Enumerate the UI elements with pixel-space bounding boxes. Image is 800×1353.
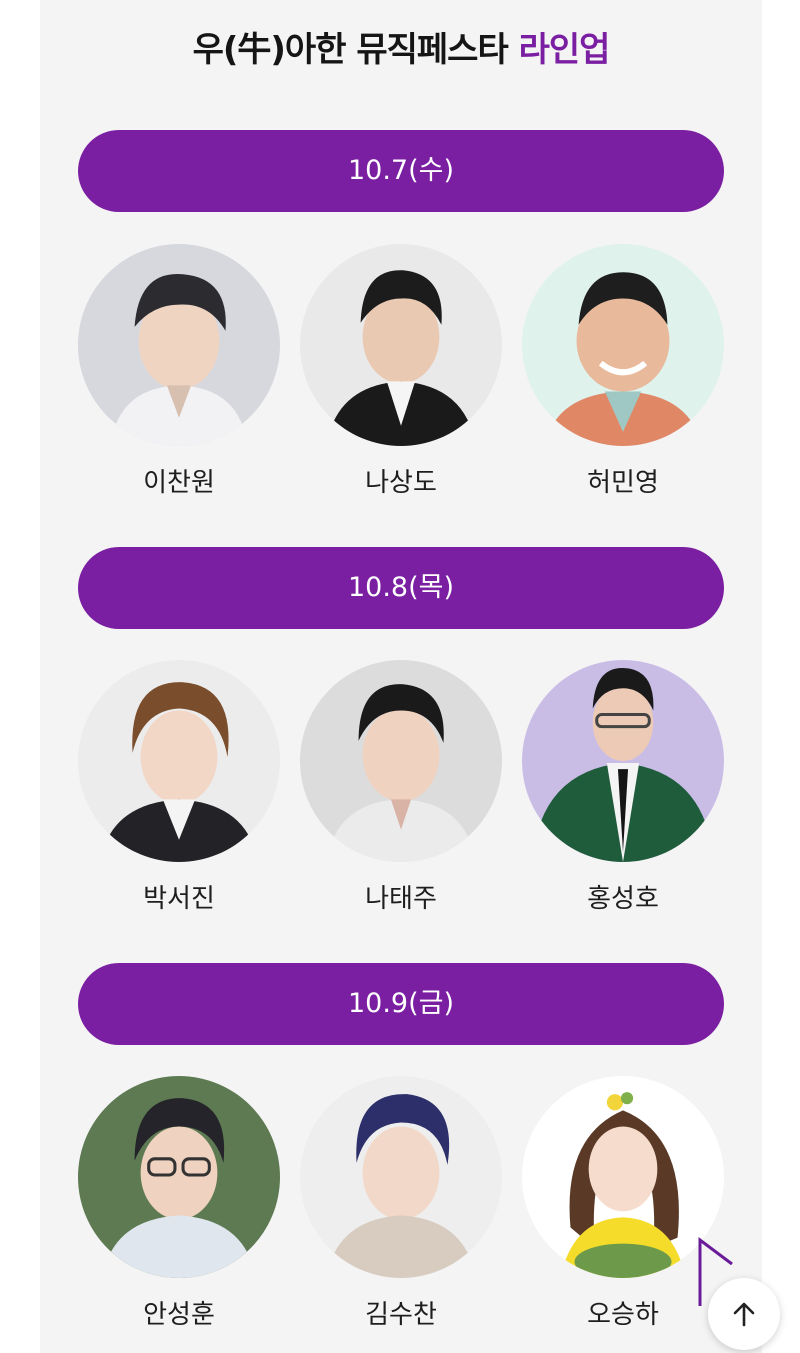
page-title: 우(牛)아한 뮤직페스타 라인업 (40, 22, 762, 71)
artist-photo-4[interactable] (78, 660, 280, 862)
artist-photo-5[interactable] (300, 660, 502, 862)
artist-photo-2[interactable] (300, 244, 502, 446)
artist-name-7: 안성훈 (143, 1300, 215, 1330)
arrow-up-icon (733, 1302, 755, 1327)
artist-name-3: 허민영 (587, 468, 659, 498)
artist-name-6: 홍성호 (587, 884, 659, 914)
date-header-day-2: 10.8(목) (78, 547, 724, 629)
scroll-to-top-button[interactable] (708, 1278, 780, 1350)
date-header-day-3: 10.9(금) (78, 963, 724, 1045)
person-portrait-icon (78, 244, 280, 446)
artist-photo-7[interactable] (78, 1076, 280, 1278)
artist-name-2: 나상도 (365, 468, 437, 498)
artist-photo-3[interactable] (522, 244, 724, 446)
person-portrait-icon (300, 1076, 502, 1278)
artist-name-5: 나태주 (365, 884, 437, 914)
person-portrait-icon (522, 660, 724, 862)
person-portrait-icon (300, 244, 502, 446)
lineup-page: 우(牛)아한 뮤직페스타 라인업 10.7(수) 이찬원 나상도 허민영 10.… (40, 0, 762, 1353)
person-portrait-icon (522, 244, 724, 446)
artist-photo-8[interactable] (300, 1076, 502, 1278)
artist-photo-1[interactable] (78, 244, 280, 446)
artist-name-8: 김수찬 (365, 1300, 437, 1330)
title-main: 우(牛)아한 뮤직페스타 (192, 30, 509, 70)
person-portrait-icon (300, 660, 502, 862)
date-header-day-1: 10.7(수) (78, 130, 724, 212)
person-portrait-icon (78, 660, 280, 862)
title-accent: 라인업 (518, 30, 611, 70)
artist-photo-6[interactable] (522, 660, 724, 862)
artist-name-1: 이찬원 (143, 468, 215, 498)
person-portrait-icon (78, 1076, 280, 1278)
artist-name-4: 박서진 (143, 884, 215, 914)
